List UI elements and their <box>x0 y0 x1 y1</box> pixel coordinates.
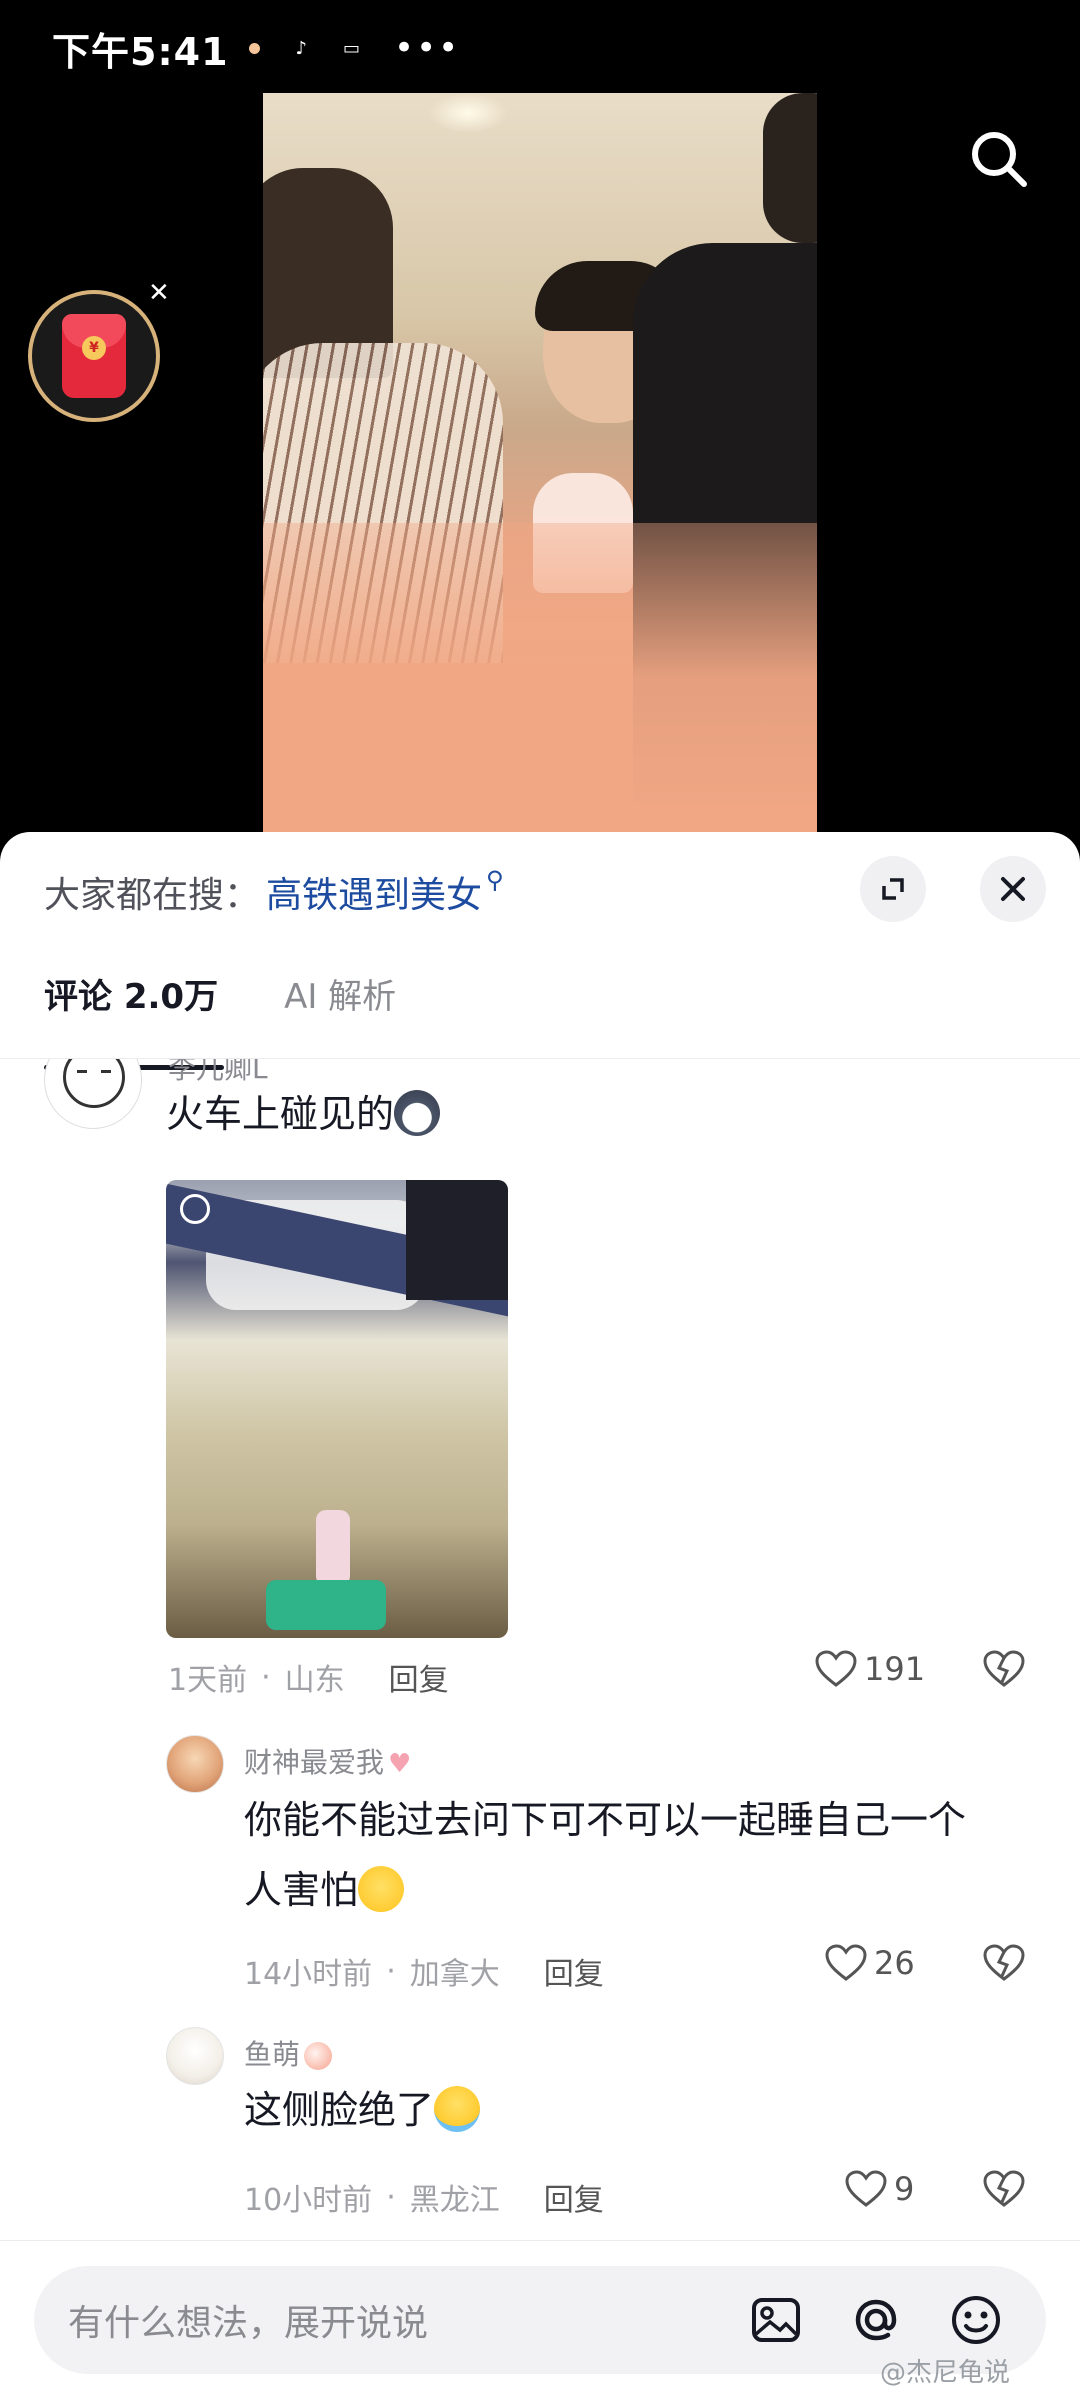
comment-image[interactable] <box>166 1180 508 1638</box>
close-button[interactable] <box>980 856 1046 922</box>
video-ceiling-light <box>428 93 508 133</box>
comment-text: 火车上碰见的 <box>166 1079 441 1149</box>
avatar-eye <box>101 1070 111 1076</box>
comment-list[interactable]: 李儿卿L 火车上碰见的 1天前 · 山东 回复 191 财神最爱我 ♥ 你能不能… <box>0 1059 1080 2239</box>
tab-bar: 评论 2.0万 AI 解析 <box>44 972 462 1070</box>
like-count: 9 <box>894 2170 915 2208</box>
reply-button[interactable]: 回复 <box>544 1949 604 1993</box>
meta-separator: · <box>386 2179 396 2215</box>
image-icon[interactable] <box>746 2290 806 2350</box>
comment-text-content: 人害怕 <box>244 1868 359 1912</box>
search-icon[interactable] <box>966 126 1032 192</box>
comment-meta: 14小时前 · 加拿大 回复 <box>244 1949 604 1993</box>
like-button[interactable]: 191 <box>814 1649 925 1689</box>
comment-time: 14小时前 <box>244 1957 373 1992</box>
redpacket-button[interactable]: ¥ <box>28 290 160 422</box>
search-small-icon: ⚲ <box>486 866 504 894</box>
reply-button[interactable]: 回复 <box>389 1655 449 1699</box>
comment-text: 这侧脸绝了 <box>244 2075 481 2145</box>
comment-meta: 1天前 · 山东 回复 <box>168 1655 449 1699</box>
avatar[interactable] <box>166 2027 224 2085</box>
video-blur-overlay <box>263 523 817 835</box>
message-notification-icon: ▭ <box>343 37 361 59</box>
pink-heart-icon: ♥ <box>388 1749 412 1779</box>
heart-icon <box>825 1944 867 1981</box>
comment-time: 1天前 <box>168 1663 248 1698</box>
like-button[interactable]: 26 <box>824 1943 915 1983</box>
comment-meta: 10小时前 · 黑龙江 回复 <box>244 2175 604 2219</box>
dislike-icon[interactable] <box>982 1943 1026 1987</box>
comment-text-content: 火车上碰见的 <box>166 1092 395 1136</box>
redpacket-coin-icon: ¥ <box>82 336 106 360</box>
redpacket-close-icon[interactable]: ✕ <box>148 278 170 308</box>
like-count: 191 <box>864 1650 926 1688</box>
comment-location: 加拿大 <box>409 1957 500 1992</box>
comment-sheet: 大家都在搜： 高铁遇到美女 ⚲ 评论 2.0万 AI 解析 李儿卿L 火车上碰见… <box>0 832 1080 2400</box>
status-dot-icon <box>248 42 260 54</box>
comment-text-line2: 人害怕 <box>244 1855 405 1925</box>
avatar-face <box>63 1059 125 1108</box>
avatar-eye <box>77 1070 87 1076</box>
emoji-icon[interactable] <box>946 2290 1006 2350</box>
hot-search-keyword[interactable]: 高铁遇到美女 <box>266 866 482 918</box>
shy-face-emoji-icon <box>358 1865 405 1912</box>
redpacket-icon: ¥ <box>62 314 126 398</box>
comment-username-text: 财神最爱我 <box>244 1746 385 1779</box>
reply-button[interactable]: 回复 <box>544 2175 604 2219</box>
dislike-icon[interactable] <box>982 2169 1026 2213</box>
dislike-icon[interactable] <box>982 1649 1026 1693</box>
crying-face-emoji-icon <box>434 2085 481 2132</box>
avatar[interactable] <box>166 1735 224 1793</box>
peach-icon <box>304 2042 333 2070</box>
meta-separator: · <box>386 1953 396 1989</box>
avatar[interactable] <box>44 1059 142 1129</box>
input-divider <box>0 2240 1080 2241</box>
image-bottle <box>316 1510 350 1586</box>
comment-username-text: 鱼萌 <box>244 2038 301 2071</box>
tiktok-notification-icon: ♪ <box>295 37 308 59</box>
hot-search-prefix: 大家都在搜： <box>44 875 261 916</box>
hot-search[interactable]: 大家都在搜： 高铁遇到美女 ⚲ <box>44 862 504 922</box>
heart-icon <box>845 2170 887 2207</box>
video-person-right-head <box>763 93 817 243</box>
husky-emoji-icon <box>394 1089 441 1136</box>
comment-username[interactable]: 财神最爱我 ♥ <box>244 1741 411 1781</box>
comment-username[interactable]: 鱼萌 <box>244 2033 333 2073</box>
video-player[interactable] <box>263 93 817 835</box>
expand-icon <box>882 878 904 900</box>
heart-icon <box>815 1650 857 1687</box>
comment-time: 10小时前 <box>244 2183 373 2218</box>
live-photo-icon <box>180 1194 210 1224</box>
meta-separator: · <box>261 1659 271 1695</box>
like-button[interactable]: 9 <box>844 2169 914 2209</box>
close-icon <box>1001 877 1025 901</box>
image-snack <box>266 1580 386 1630</box>
status-bar: 下午5:41 ♪ ▭ ••• <box>0 0 1080 96</box>
image-window <box>406 1180 508 1300</box>
like-count: 26 <box>874 1944 915 1982</box>
tab-comments[interactable]: 评论 2.0万 <box>44 972 225 1070</box>
comment-location: 黑龙江 <box>409 2183 500 2218</box>
comment-text: 你能不能过去问下可不可以一起睡自己一个 <box>244 1798 967 1842</box>
comment-location: 山东 <box>284 1663 345 1698</box>
comment-input[interactable]: 有什么想法，展开说说 <box>68 2294 746 2346</box>
expand-button[interactable] <box>860 856 926 922</box>
comment-text-content: 这侧脸绝了 <box>244 2088 435 2132</box>
at-icon[interactable] <box>846 2290 906 2350</box>
status-time: 下午5:41 <box>52 29 229 74</box>
tab-ai-analysis[interactable]: AI 解析 <box>284 972 396 1052</box>
watermark: @杰尼龟说 <box>880 2358 1011 2388</box>
status-more-icon: ••• <box>394 28 461 68</box>
